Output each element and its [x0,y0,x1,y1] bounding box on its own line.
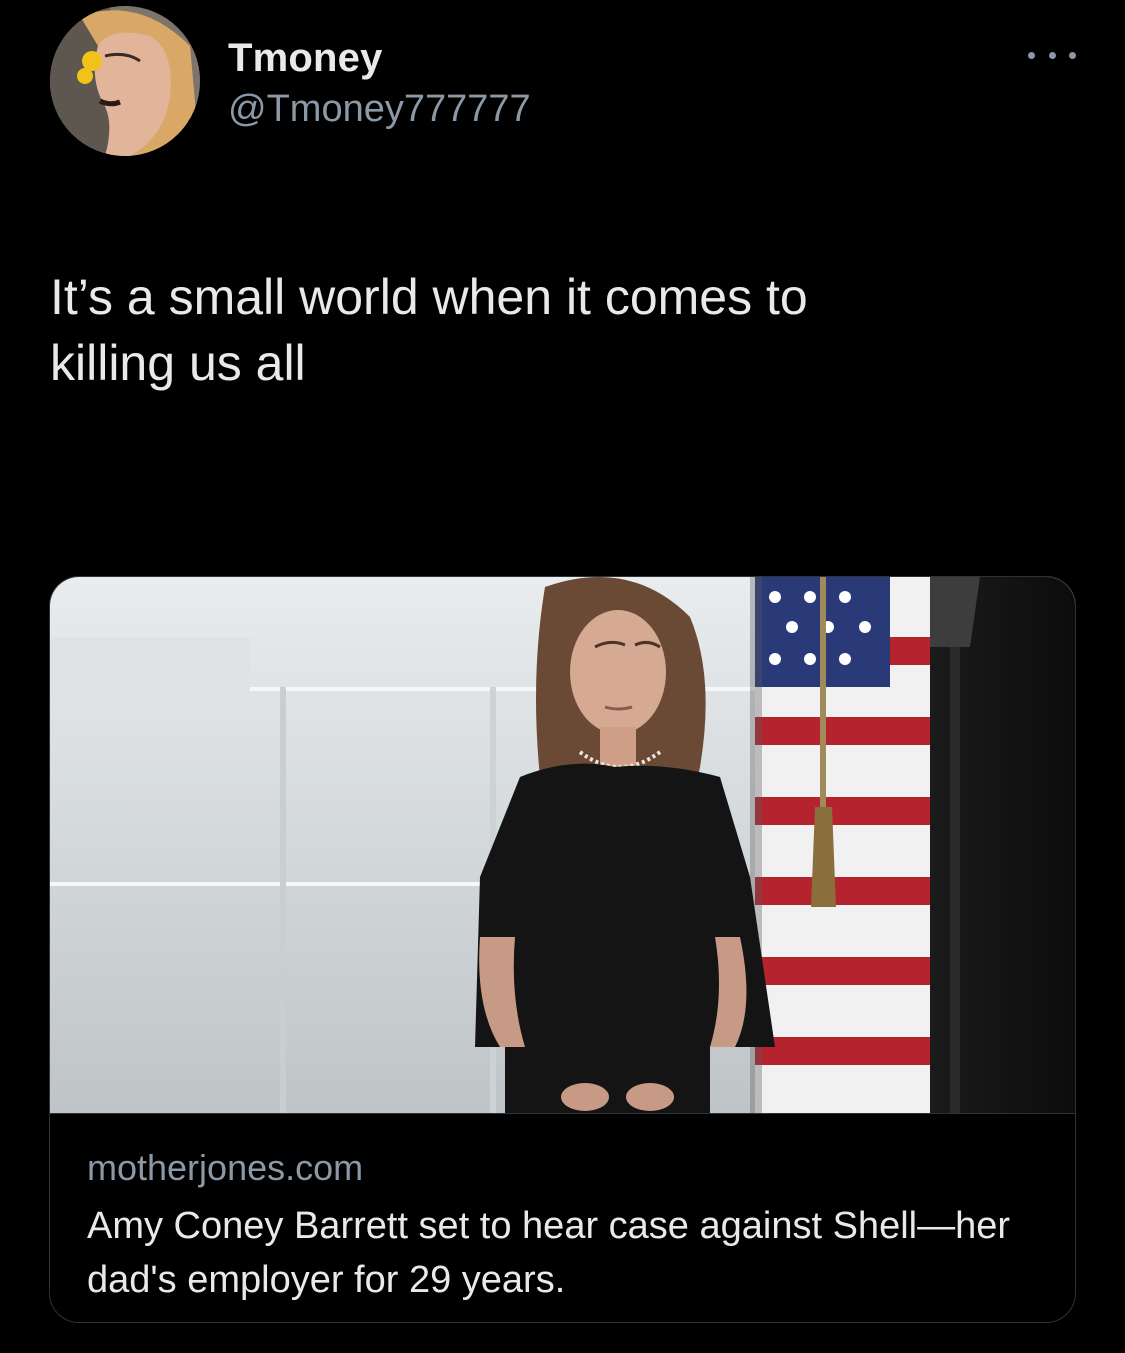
more-options-icon-dot [1069,51,1076,59]
link-preview-card[interactable]: motherjones.com Amy Coney Barrett set to… [49,576,1076,1323]
link-preview-image [50,577,1075,1113]
more-options-icon [1028,51,1035,59]
tweet-text: It’s a small world when it comes to kill… [50,269,808,391]
author-display-name[interactable]: Tmoney [228,36,383,81]
avatar[interactable] [50,6,200,156]
link-domain: motherjones.com [87,1147,364,1188]
more-options-icon-dot [1048,51,1056,59]
card-divider [50,1113,1075,1114]
news-photo [50,577,1075,1113]
more-options-button[interactable] [1028,40,1076,70]
user-avatar-photo [50,6,200,156]
author-handle[interactable]: @Tmoney777777 [228,88,531,131]
link-title: Amy Coney Barrett set to hear case again… [87,1205,1011,1301]
